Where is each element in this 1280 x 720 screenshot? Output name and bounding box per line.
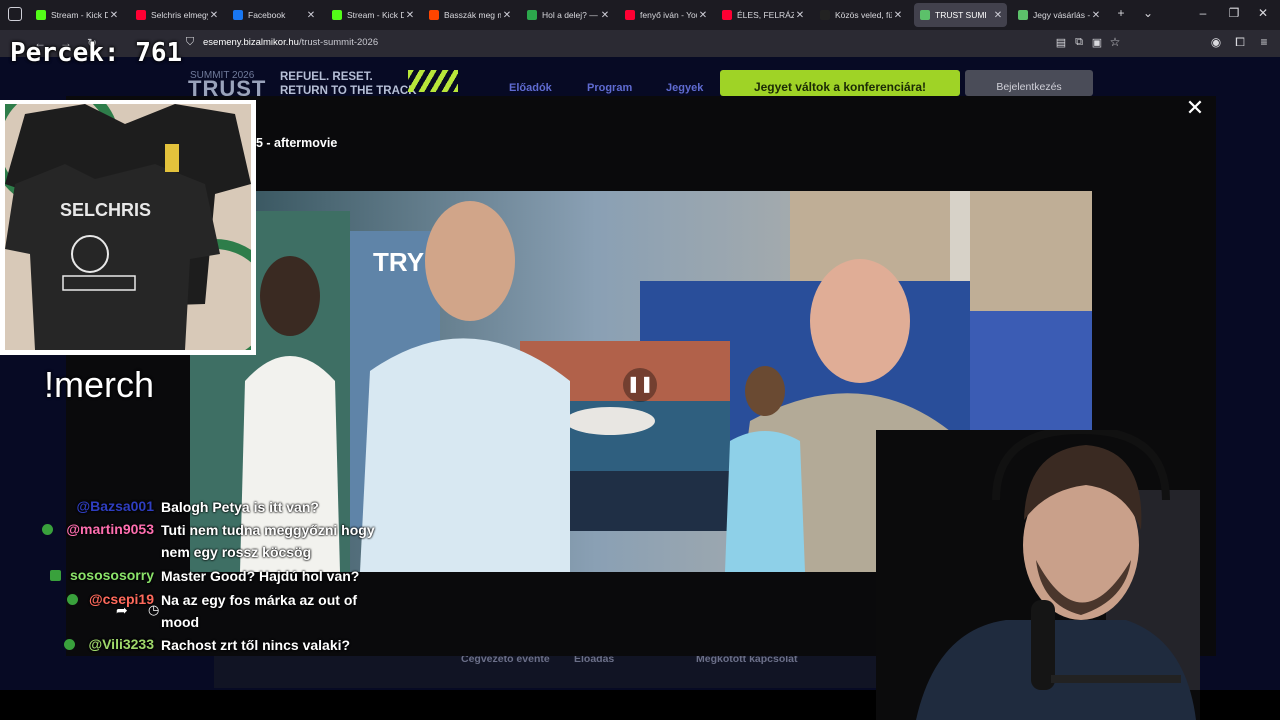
buy-ticket-button[interactable]: Jegyet váltok a konferenciára!	[720, 70, 960, 96]
tab-favicon-icon	[820, 10, 830, 20]
browser-tab[interactable]: Stream - Kick Da✕	[30, 3, 123, 27]
tab-favicon-icon	[625, 10, 635, 20]
tab-close-icon[interactable]: ✕	[794, 10, 806, 21]
reader-view-icon[interactable]: ▤	[1054, 36, 1068, 49]
close-window-button[interactable]: ✕	[1256, 6, 1270, 20]
tab-favicon-icon	[429, 10, 439, 20]
chat-username: @Bazsa001	[76, 498, 154, 514]
tab-favicon-icon	[136, 10, 146, 20]
chat-username: sosososorry	[69, 567, 154, 583]
chat-message: Rachost zrt től nincs valaki?	[161, 637, 351, 653]
stream-timer: Percek: 761	[10, 38, 183, 68]
screenshot-icon[interactable]: ▣	[1090, 36, 1104, 49]
tab-favicon-icon	[527, 10, 537, 20]
tab-favicon-icon	[332, 10, 342, 20]
tab-close-icon[interactable]: ✕	[305, 10, 317, 21]
nav-program[interactable]: Program	[587, 82, 632, 94]
chat-row: @csepi19 Na az egy fos márka az out of m…	[0, 589, 400, 633]
browser-tab[interactable]: Stream - Kick Da✕	[326, 3, 419, 27]
slogan-stripes-decoration	[408, 70, 458, 92]
chat-message: Tuti nem tudna meggyőzni hogy nem egy ro…	[161, 522, 375, 560]
chat-username: @Vili3233	[88, 636, 154, 652]
browser-tab[interactable]: fenyő iván - You ✕	[619, 3, 712, 27]
tab-overview-icon[interactable]	[8, 7, 22, 21]
tab-close-icon[interactable]: ✕	[108, 10, 120, 21]
chat-message: Master Good? Hajdú hol van?	[161, 568, 360, 584]
tab-label: fenyő iván - You	[640, 10, 697, 20]
modal-close-button[interactable]: ✕	[1184, 96, 1206, 120]
site-slogan: REFUEL. RESET. RETURN TO THE TRACK	[280, 71, 417, 97]
tab-favicon-icon	[36, 10, 46, 20]
tab-favicon-icon	[1018, 10, 1028, 20]
merch-command-label: !merch	[44, 364, 155, 405]
restore-button[interactable]: ❐	[1227, 6, 1241, 20]
tab-label: Jegy vásárlás - Tr	[1033, 10, 1090, 20]
share-icon: ➦	[116, 602, 128, 618]
browser-tab[interactable]: Jegy vásárlás - Tr✕	[1012, 3, 1105, 27]
tab-close-icon[interactable]: ✕	[697, 10, 709, 21]
chat-row: @Vili3233 Rachost zrt től nincs valaki?	[0, 634, 400, 656]
tab-close-icon[interactable]: ✕	[1090, 10, 1102, 21]
site-info-icon[interactable]: ⛉	[183, 36, 197, 49]
tab-close-icon[interactable]: ✕	[208, 10, 220, 21]
tab-favicon-icon	[722, 10, 732, 20]
browser-tab[interactable]: Selchris elmegy ✕	[130, 3, 223, 27]
tab-label: ÉLES, FELRÁZÓ, É	[737, 10, 794, 20]
tab-label: Hol a delej? — él	[542, 10, 599, 20]
chat-row: @Bazsa001 Balogh Petya is itt van?	[0, 496, 400, 518]
sign-in-button[interactable]: Bejelentkezés	[965, 70, 1093, 96]
menu-icon[interactable]: ≡	[1257, 35, 1271, 49]
tab-label: Facebook	[248, 10, 286, 20]
chat-message: Balogh Petya is itt van?	[161, 499, 319, 515]
tab-label: Basszák meg ma	[444, 10, 501, 20]
tab-favicon-icon	[920, 10, 930, 20]
account-icon[interactable]: ◉	[1209, 35, 1223, 49]
chat-row: sosososorry Master Good? Hajdú hol van?	[0, 565, 400, 587]
modal-title: 5 - aftermovie	[256, 136, 338, 150]
extensions-icon[interactable]: ⧠	[1233, 35, 1247, 50]
nav-speakers[interactable]: Előadók	[509, 82, 552, 94]
list-tabs-icon[interactable]: ⌄	[1141, 6, 1155, 20]
tab-bar: Stream - Kick Da✕Selchris elmegy✕Faceboo…	[0, 0, 1280, 30]
tab-close-icon[interactable]: ✕	[404, 10, 416, 21]
browser-tab[interactable]: ÉLES, FELRÁZÓ, É✕	[716, 3, 809, 27]
browser-tab[interactable]: Hol a delej? — él✕	[521, 3, 614, 27]
tab-close-icon[interactable]: ✕	[599, 10, 611, 21]
browser-tab[interactable]: Közös veled, fügi✕	[814, 3, 907, 27]
browser-tab[interactable]: Facebook ✕	[227, 3, 320, 27]
merch-tshirt-image: SELCHRIS	[5, 104, 251, 350]
tab-close-icon[interactable]: ✕	[501, 10, 513, 21]
navigation-toolbar: ← → ↻ ⛉ ▤ ⧉ ▣ ☆ ◉ ⧠ ≡	[0, 30, 1280, 57]
streamer-webcam	[876, 430, 1200, 720]
tab-label: TRUST SUMI	[935, 10, 987, 20]
clock-icon: ◷	[148, 602, 160, 617]
browser-tab[interactable]: TRUST SUMI ✕	[914, 3, 1007, 27]
chat-row: @martin9053 Tuti nem tudna meggyőzni hog…	[0, 519, 400, 563]
chat-message: Na az egy fos márka az out of mood	[161, 592, 358, 630]
tab-label: Selchris elmegy	[151, 10, 208, 20]
nav-tickets[interactable]: Jegyek	[666, 82, 703, 94]
pause-icon[interactable]: ❚❚	[623, 368, 657, 402]
chat-username: @martin9053	[66, 521, 154, 537]
shirt-print-text: SELCHRIS	[60, 200, 151, 220]
tab-label: Stream - Kick Da	[347, 10, 404, 20]
url-field[interactable]: esemeny.bizalmikor.hu/trust-summit-2026	[203, 37, 378, 48]
tab-favicon-icon	[233, 10, 243, 20]
tab-label: Közös veled, fügi	[835, 10, 892, 20]
new-tab-button[interactable]: +	[1114, 6, 1128, 20]
browser-tab[interactable]: Basszák meg ma✕	[423, 3, 516, 27]
chat-username: @csepi19	[88, 591, 154, 607]
picture-in-picture-icon[interactable]: ⧉	[1072, 36, 1086, 49]
tab-close-icon[interactable]: ✕	[892, 10, 904, 21]
tab-label: Stream - Kick Da	[51, 10, 108, 20]
tab-close-icon[interactable]: ✕	[992, 10, 1004, 21]
minimize-button[interactable]: –	[1196, 6, 1210, 20]
bookmark-star-icon[interactable]: ☆	[1108, 35, 1122, 49]
